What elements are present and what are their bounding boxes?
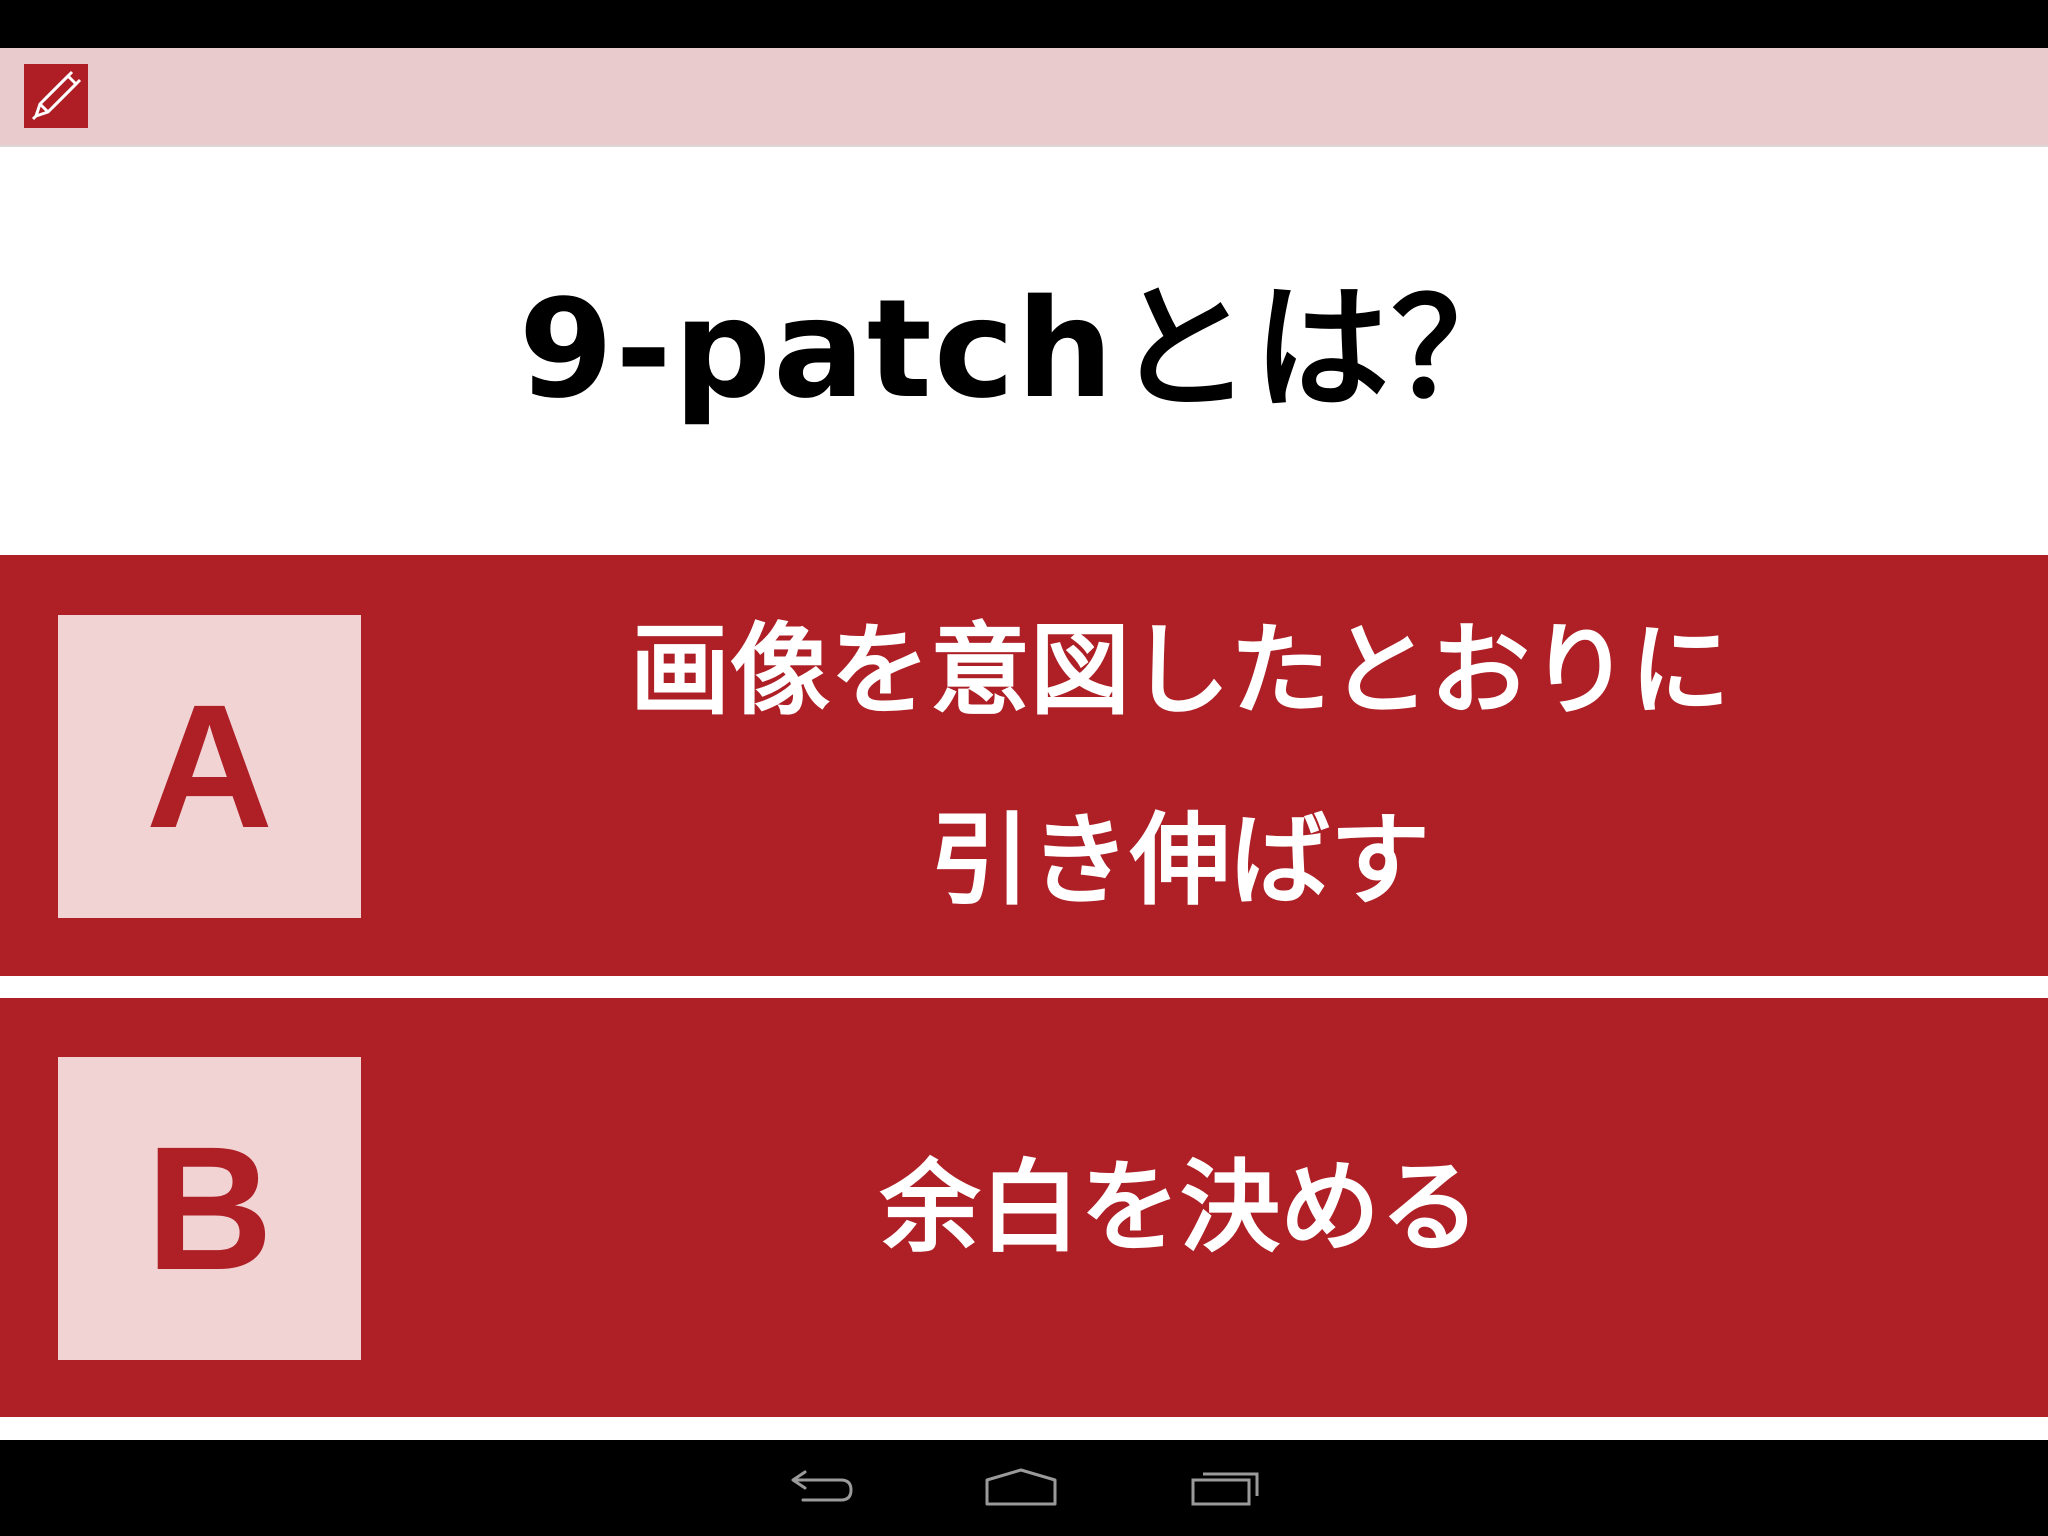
answer-letter-badge: A bbox=[58, 615, 361, 918]
home-icon[interactable] bbox=[976, 1458, 1066, 1518]
answer-text: 余白を決める bbox=[880, 1148, 1480, 1266]
pencil-icon[interactable] bbox=[24, 64, 88, 128]
back-icon[interactable] bbox=[776, 1458, 866, 1518]
status-bar bbox=[0, 0, 2048, 48]
answer-text: 画像を意図したとおりに 引き伸ばす bbox=[630, 611, 1730, 919]
screen: 9-patchとは？ A 画像を意図したとおりに 引き伸ばす B 余白を決める bbox=[0, 0, 2048, 1536]
answer-letter: A bbox=[145, 668, 274, 865]
answer-a-button[interactable]: A 画像を意図したとおりに 引き伸ばす bbox=[0, 555, 2048, 976]
answer-text-container: 余白を決める bbox=[470, 998, 1890, 1417]
answer-b-button[interactable]: B 余白を決める bbox=[0, 998, 2048, 1417]
recent-apps-icon[interactable] bbox=[1180, 1458, 1270, 1518]
navigation-bar bbox=[0, 1440, 2048, 1536]
action-bar bbox=[0, 48, 2048, 147]
answer-letter-badge: B bbox=[58, 1057, 361, 1360]
answer-text-container: 画像を意図したとおりに 引き伸ばす bbox=[470, 555, 1890, 976]
question-text: 9-patchとは？ bbox=[518, 270, 1530, 429]
answer-letter: B bbox=[145, 1110, 274, 1307]
question-area: 9-patchとは？ bbox=[0, 147, 2048, 555]
